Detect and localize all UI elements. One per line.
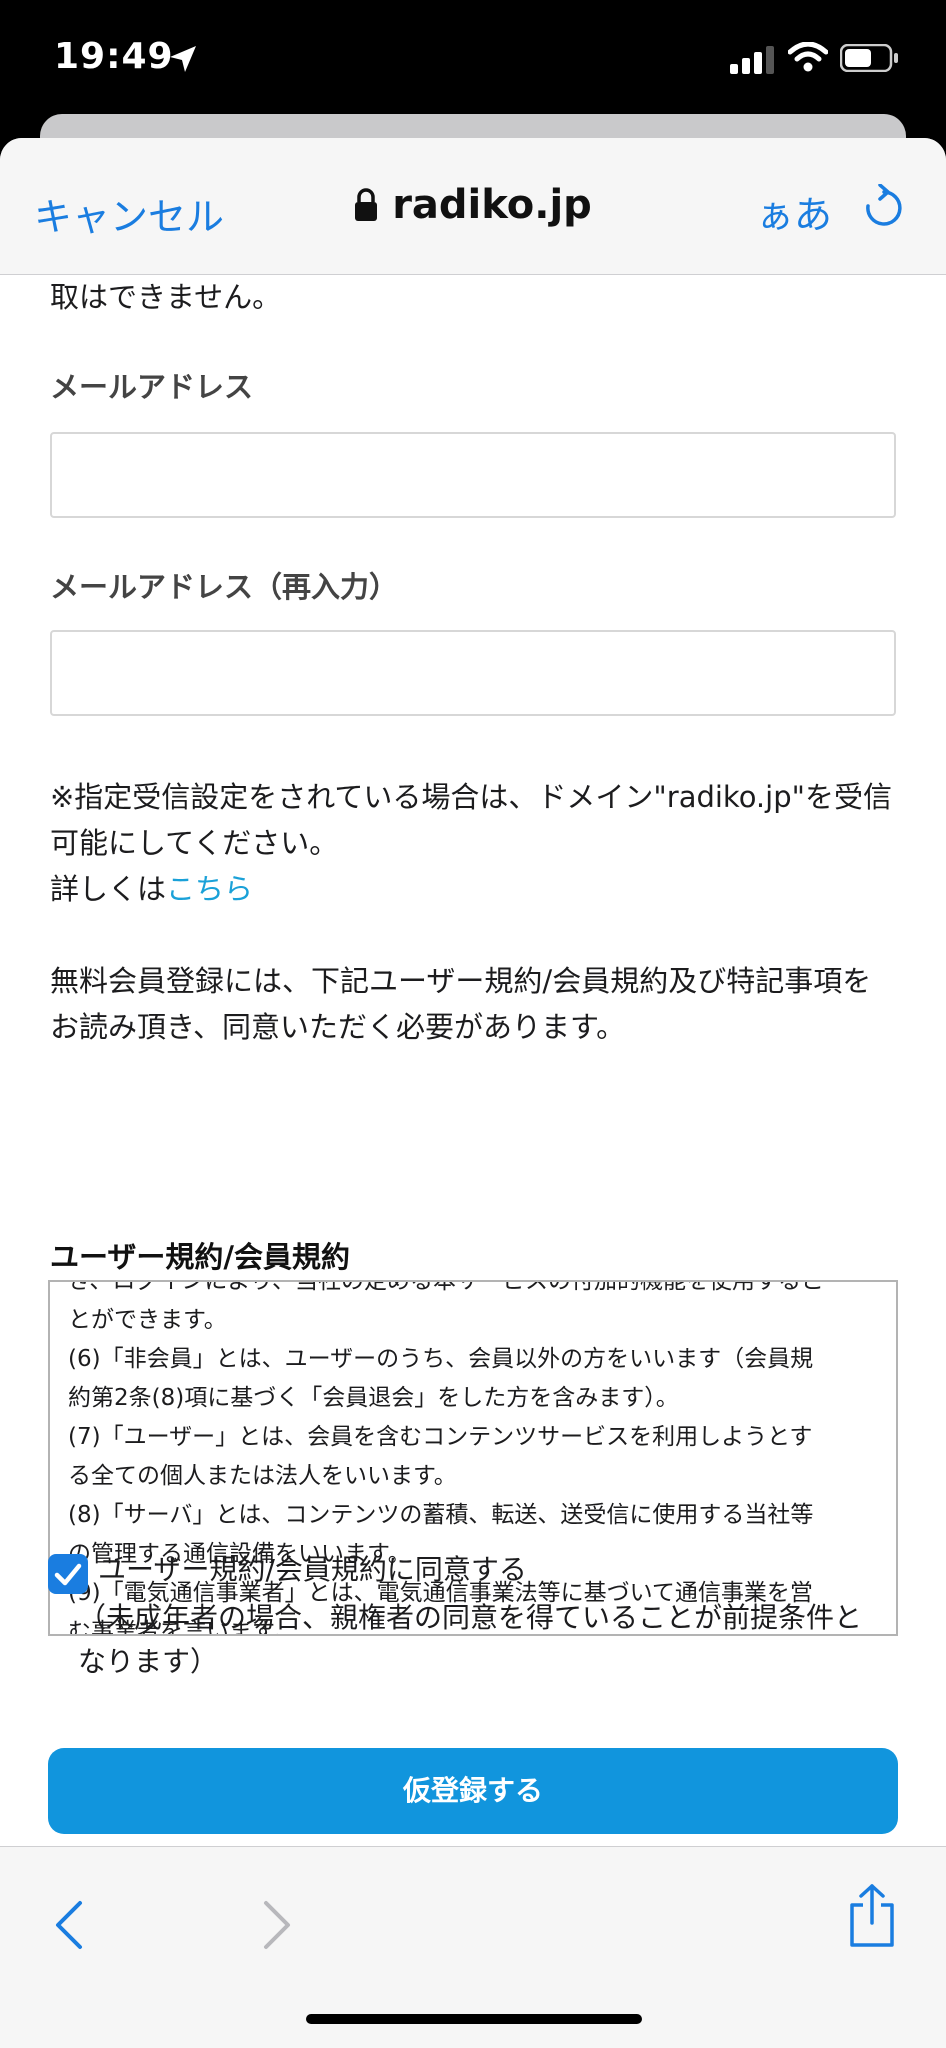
back-chevron-icon[interactable]: [52, 1899, 88, 1955]
checkmark-icon: [54, 1563, 82, 1586]
agree-note: （未成年者の場合、親権者の同意を得ていることが前提条件と なります）: [78, 1596, 862, 1684]
reload-icon[interactable]: [860, 183, 904, 232]
share-icon[interactable]: [846, 1883, 898, 1953]
battery-icon: [839, 43, 900, 76]
terms-heading: ユーザー規約/会員規約: [50, 1240, 351, 1274]
status-bar: 19:49: [0, 0, 946, 120]
status-time: 19:49: [54, 36, 174, 77]
text-size-button[interactable]: ぁあ: [756, 184, 832, 239]
email-label: メールアドレス: [50, 370, 254, 404]
home-indicator[interactable]: [306, 2014, 642, 2024]
email-field[interactable]: [50, 432, 896, 518]
browser-sheet: キャンセル radiko.jp ぁあ 取はできません。 メールアドレス メールア…: [0, 138, 946, 2048]
terms-line: き、ログインにより、当社の定める本サービスの付加的機能を使用するこ: [68, 1280, 825, 1294]
email-confirm-label: メールアドレス（再入力）: [50, 570, 399, 604]
url-text: radiko.jp: [392, 182, 592, 228]
terms-line: る全ての個人または法人をいいます。: [68, 1463, 457, 1489]
email-confirm-field[interactable]: [50, 630, 896, 716]
agreement-text-line1: 無料会員登録には、下記ユーザー規約/会員規約及び特記事項を: [50, 964, 872, 998]
details-text: 詳しくはこちら: [50, 866, 253, 912]
lock-icon: [354, 186, 378, 232]
agree-checkbox[interactable]: [48, 1554, 88, 1594]
terms-line: 約第2条(8)項に基づく「会員退会」をした方を含みます）。: [68, 1385, 679, 1411]
terms-line: (7)「ユーザー」とは、会員を含むコンテンツサービスを利用しようとす: [68, 1424, 813, 1450]
agreement-text-line2: お読み頂き、同意いただく必要があります。: [50, 1010, 626, 1044]
partial-text: 取はできません。: [50, 280, 282, 314]
agree-note-line2: なります）: [78, 1645, 219, 1678]
agree-note-line1: （未成年者の場合、親権者の同意を得ていることが前提条件と: [78, 1601, 863, 1634]
page-content: 取はできません。 メールアドレス メールアドレス（再入力） ※指定受信設定をされ…: [0, 274, 946, 1984]
agree-label[interactable]: ユーザー規約/会員規約に同意する: [98, 1548, 527, 1588]
forward-chevron-icon[interactable]: [258, 1899, 294, 1955]
terms-line: とができます。: [68, 1307, 227, 1333]
browser-nav-bar: キャンセル radiko.jp ぁあ: [0, 138, 946, 275]
cellular-signal-icon: [730, 46, 774, 78]
notice-text-line1: ※指定受信設定をされている場合は、ドメイン"radiko.jp"を受信: [50, 780, 892, 814]
wifi-icon: [787, 41, 829, 76]
terms-line: (6)「非会員」とは、ユーザーのうち、会員以外の方をいいます（会員規: [68, 1346, 814, 1372]
submit-button[interactable]: 仮登録する: [48, 1748, 898, 1834]
details-link[interactable]: こちら: [166, 872, 253, 906]
terms-line: (8)「サーバ」とは、コンテンツの蓄積、転送、送受信に使用する当社等: [68, 1502, 814, 1528]
details-prefix: 詳しくは: [50, 872, 167, 906]
location-arrow-icon: [168, 44, 198, 78]
notice-text-line2: 可能にしてください。: [50, 826, 339, 860]
